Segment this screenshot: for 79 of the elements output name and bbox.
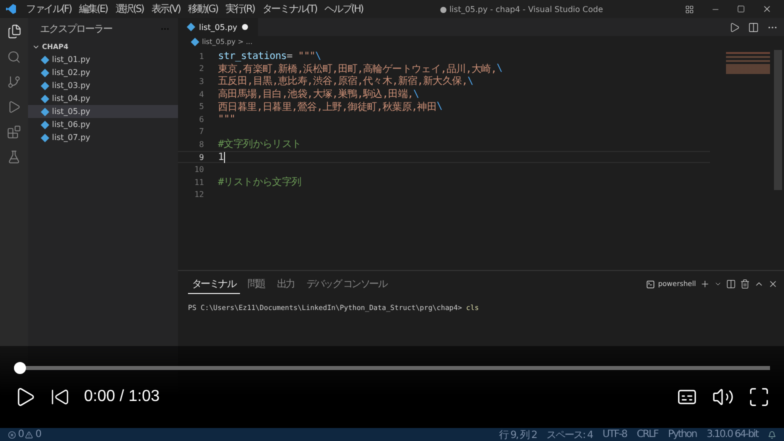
line-number: 12 — [193, 190, 205, 200]
panel-tab[interactable]: 問題 — [244, 274, 269, 294]
app-logo-icon — [6, 4, 16, 14]
flask-icon[interactable] — [7, 150, 21, 164]
sidebar-title: エクスプローラー — [40, 22, 112, 36]
warning-icon — [25, 430, 34, 438]
code-text: 1 — [218, 152, 225, 163]
status-item[interactable]: スペース: 4 — [546, 428, 593, 441]
blocks-icon[interactable] — [7, 125, 21, 139]
menu-item[interactable]: 編集(E) — [75, 2, 112, 16]
scrollbar[interactable] — [774, 50, 782, 190]
maximize-icon[interactable] — [737, 5, 745, 13]
fullscreen-button[interactable] — [748, 386, 770, 408]
window-title: ● list_05.py - chap4 - Visual Studio Code — [440, 4, 604, 14]
trash-icon[interactable] — [740, 279, 750, 289]
code-text: """ — [218, 114, 236, 125]
panel-tab[interactable]: ターミナル — [188, 274, 240, 294]
menu-item[interactable]: 移動(G) — [184, 2, 222, 16]
menu-item[interactable]: 表示(V) — [147, 2, 184, 16]
menu-item[interactable]: 選択(S) — [111, 2, 148, 16]
errors-count[interactable]: 0 0 — [8, 429, 41, 440]
file-item[interactable]: list_01.py — [28, 53, 178, 66]
line-number: 2 — [198, 64, 205, 74]
code-text: 高田馬場,目白,池袋,大塚,巣鴨,駒込,田端,\ — [218, 88, 419, 102]
skip-back-button[interactable] — [50, 387, 70, 407]
code-text: 五反田,目黒,恵比寿,渋谷,原宿,代々木,新宿,新大久保,\ — [218, 74, 474, 88]
line-number: 3 — [198, 76, 205, 86]
panel-tab[interactable]: デバッグ コンソール — [302, 274, 391, 294]
terminal-icon — [646, 280, 656, 288]
code-text: 西日暮里,日暮里,鶯谷,上野,御徒町,秋葉原,神田\ — [218, 100, 442, 114]
time-display: 0:00 / 1:03 — [84, 388, 160, 406]
close-icon[interactable] — [762, 4, 772, 14]
file-item[interactable]: list_07.py — [28, 131, 178, 144]
text-cursor — [224, 152, 225, 163]
editor-tab[interactable]: list_05.py — [178, 18, 258, 36]
layout-icon[interactable] — [684, 4, 694, 14]
line-number: 1 — [198, 52, 205, 61]
branch-icon[interactable] — [7, 75, 21, 89]
volume-button[interactable] — [712, 386, 734, 408]
line-number: 7 — [198, 127, 205, 136]
line-number: 5 — [198, 102, 205, 112]
file-item[interactable]: list_04.py — [28, 92, 178, 105]
minimap — [726, 52, 770, 74]
menu-item[interactable]: 実行(R) — [222, 2, 258, 16]
line-number: 9 — [198, 152, 205, 162]
menu-item[interactable]: ヘルプ(H) — [320, 2, 367, 16]
chevron-down-icon[interactable] — [714, 280, 722, 288]
panel-tab[interactable]: 出力 — [272, 274, 298, 294]
code-text: str_stations= """\ — [218, 50, 322, 62]
file-item[interactable]: list_05.py — [28, 105, 178, 118]
menu-item[interactable]: ターミナル(T) — [258, 2, 321, 16]
error-icon — [8, 430, 16, 438]
split-icon[interactable] — [726, 279, 736, 289]
code-text: #文字列からリスト — [218, 138, 302, 152]
file-item[interactable]: list_06.py — [28, 118, 178, 131]
line-number: 4 — [198, 90, 205, 99]
line-number: 10 — [193, 165, 205, 174]
line-number: 11 — [193, 178, 205, 187]
status-item[interactable]: 行 9, 列 2 — [499, 428, 537, 441]
play-icon[interactable] — [7, 100, 21, 114]
split-icon[interactable] — [748, 22, 759, 32]
status-item[interactable]: CRLF — [636, 429, 658, 440]
file-item[interactable]: list_02.py — [28, 66, 178, 79]
status-item[interactable]: UTF-8 — [602, 429, 627, 440]
progress-thumb[interactable] — [14, 362, 26, 374]
code-text: 東京,有楽町,新橋,浜松町,田町,高輪ゲートウェイ,品川,大崎,\ — [218, 62, 502, 76]
status-item[interactable]: Python — [668, 429, 697, 440]
file-item[interactable]: list_03.py — [28, 79, 178, 92]
run-icon[interactable] — [729, 22, 740, 32]
files-icon[interactable] — [6, 24, 22, 39]
search-icon[interactable] — [7, 50, 21, 64]
bell-icon[interactable] — [768, 430, 776, 438]
line-number: 8 — [198, 140, 205, 149]
plus-icon[interactable] — [700, 279, 710, 289]
menu-item[interactable]: ファイル(F) — [22, 2, 76, 16]
code-text: #リストから文字列 — [218, 176, 302, 190]
status-item[interactable]: 3.10.0 64-bit — [706, 429, 758, 440]
line-number: 6 — [198, 114, 205, 124]
close-icon[interactable] — [768, 279, 778, 289]
